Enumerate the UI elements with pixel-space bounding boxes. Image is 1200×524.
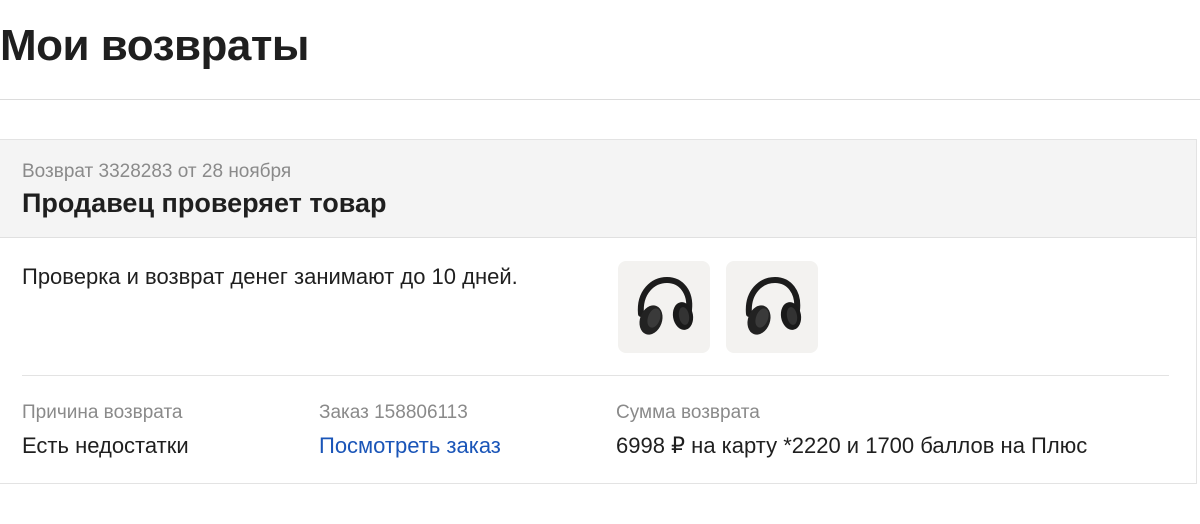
return-reason-label: Причина возврата (22, 402, 183, 423)
return-number-date: Возврат 3328283 от 28 ноября (22, 161, 292, 182)
product-thumbnail[interactable] (618, 261, 710, 353)
headphones-icon (745, 276, 802, 335)
view-order-link[interactable]: Посмотреть заказ (319, 433, 501, 459)
refund-timing-info: Проверка и возврат денег занимают до 10 … (22, 264, 518, 289)
return-card: Возврат 3328283 от 28 ноября Продавец пр… (0, 139, 1197, 484)
details-divider (22, 375, 1169, 376)
refund-amount-label: Сумма возврата (616, 402, 760, 423)
return-status: Продавец проверяет товар (22, 188, 387, 218)
headphones-icon (637, 276, 694, 335)
product-thumbnail[interactable] (726, 261, 818, 353)
return-reason-value: Есть недостатки (22, 433, 189, 458)
page-title: Мои возвраты (0, 21, 309, 70)
order-number-label: Заказ 158806113 (319, 402, 468, 423)
return-card-header: Возврат 3328283 от 28 ноября Продавец пр… (0, 140, 1196, 238)
refund-amount-value: 6998 ₽ на карту *2220 и 1700 баллов на П… (616, 433, 1088, 458)
title-divider (0, 99, 1200, 100)
